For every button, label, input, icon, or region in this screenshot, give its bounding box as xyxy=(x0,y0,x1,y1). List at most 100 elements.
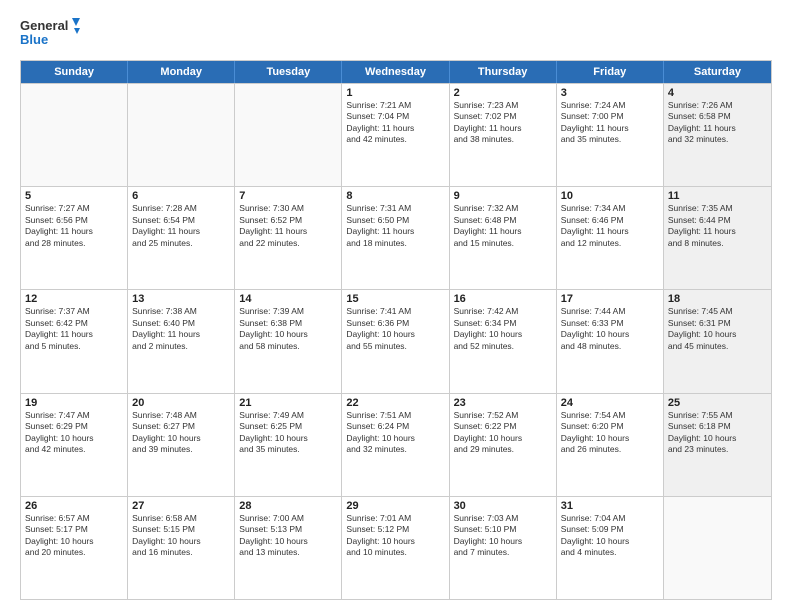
cal-cell-r2-c3: 15Sunrise: 7:41 AM Sunset: 6:36 PM Dayli… xyxy=(342,290,449,392)
cell-info: Sunrise: 7:23 AM Sunset: 7:02 PM Dayligh… xyxy=(454,100,552,146)
cell-info: Sunrise: 7:27 AM Sunset: 6:56 PM Dayligh… xyxy=(25,203,123,249)
day-number: 7 xyxy=(239,190,337,202)
cal-cell-r4-c4: 30Sunrise: 7:03 AM Sunset: 5:10 PM Dayli… xyxy=(450,497,557,599)
cell-info: Sunrise: 7:01 AM Sunset: 5:12 PM Dayligh… xyxy=(346,513,444,559)
cal-row-2: 12Sunrise: 7:37 AM Sunset: 6:42 PM Dayli… xyxy=(21,289,771,392)
cal-cell-r2-c2: 14Sunrise: 7:39 AM Sunset: 6:38 PM Dayli… xyxy=(235,290,342,392)
day-number: 30 xyxy=(454,500,552,512)
cal-cell-r3-c6: 25Sunrise: 7:55 AM Sunset: 6:18 PM Dayli… xyxy=(664,394,771,496)
day-number: 22 xyxy=(346,397,444,409)
cal-cell-r2-c0: 12Sunrise: 7:37 AM Sunset: 6:42 PM Dayli… xyxy=(21,290,128,392)
cal-cell-r4-c5: 31Sunrise: 7:04 AM Sunset: 5:09 PM Dayli… xyxy=(557,497,664,599)
cal-cell-r2-c5: 17Sunrise: 7:44 AM Sunset: 6:33 PM Dayli… xyxy=(557,290,664,392)
cell-info: Sunrise: 7:31 AM Sunset: 6:50 PM Dayligh… xyxy=(346,203,444,249)
cal-cell-r4-c1: 27Sunrise: 6:58 AM Sunset: 5:15 PM Dayli… xyxy=(128,497,235,599)
cell-info: Sunrise: 7:48 AM Sunset: 6:27 PM Dayligh… xyxy=(132,410,230,456)
day-number: 1 xyxy=(346,87,444,99)
cal-cell-r2-c4: 16Sunrise: 7:42 AM Sunset: 6:34 PM Dayli… xyxy=(450,290,557,392)
logo-svg: General Blue xyxy=(20,16,80,52)
page: General Blue Sunday Monday Tuesday Wedne… xyxy=(0,0,792,612)
cal-cell-r1-c3: 8Sunrise: 7:31 AM Sunset: 6:50 PM Daylig… xyxy=(342,187,449,289)
cell-info: Sunrise: 6:58 AM Sunset: 5:15 PM Dayligh… xyxy=(132,513,230,559)
day-number: 21 xyxy=(239,397,337,409)
day-number: 9 xyxy=(454,190,552,202)
cell-info: Sunrise: 7:47 AM Sunset: 6:29 PM Dayligh… xyxy=(25,410,123,456)
day-number: 29 xyxy=(346,500,444,512)
cal-cell-r2-c6: 18Sunrise: 7:45 AM Sunset: 6:31 PM Dayli… xyxy=(664,290,771,392)
day-number: 31 xyxy=(561,500,659,512)
day-number: 24 xyxy=(561,397,659,409)
cell-info: Sunrise: 7:04 AM Sunset: 5:09 PM Dayligh… xyxy=(561,513,659,559)
day-number: 6 xyxy=(132,190,230,202)
day-number: 25 xyxy=(668,397,767,409)
cal-cell-r2-c1: 13Sunrise: 7:38 AM Sunset: 6:40 PM Dayli… xyxy=(128,290,235,392)
cell-info: Sunrise: 7:38 AM Sunset: 6:40 PM Dayligh… xyxy=(132,306,230,352)
day-number: 10 xyxy=(561,190,659,202)
cell-info: Sunrise: 7:34 AM Sunset: 6:46 PM Dayligh… xyxy=(561,203,659,249)
day-number: 16 xyxy=(454,293,552,305)
day-number: 5 xyxy=(25,190,123,202)
cal-cell-r3-c4: 23Sunrise: 7:52 AM Sunset: 6:22 PM Dayli… xyxy=(450,394,557,496)
cal-cell-r0-c6: 4Sunrise: 7:26 AM Sunset: 6:58 PM Daylig… xyxy=(664,84,771,186)
cal-cell-r0-c1 xyxy=(128,84,235,186)
svg-text:Blue: Blue xyxy=(20,32,48,47)
cal-cell-r4-c2: 28Sunrise: 7:00 AM Sunset: 5:13 PM Dayli… xyxy=(235,497,342,599)
cal-cell-r3-c5: 24Sunrise: 7:54 AM Sunset: 6:20 PM Dayli… xyxy=(557,394,664,496)
day-number: 2 xyxy=(454,87,552,99)
cal-cell-r1-c1: 6Sunrise: 7:28 AM Sunset: 6:54 PM Daylig… xyxy=(128,187,235,289)
cal-row-4: 26Sunrise: 6:57 AM Sunset: 5:17 PM Dayli… xyxy=(21,496,771,599)
cell-info: Sunrise: 7:54 AM Sunset: 6:20 PM Dayligh… xyxy=(561,410,659,456)
day-number: 26 xyxy=(25,500,123,512)
cal-cell-r0-c2 xyxy=(235,84,342,186)
header-thursday: Thursday xyxy=(450,61,557,83)
calendar-header-row: Sunday Monday Tuesday Wednesday Thursday… xyxy=(21,61,771,83)
header-friday: Friday xyxy=(557,61,664,83)
cal-cell-r3-c3: 22Sunrise: 7:51 AM Sunset: 6:24 PM Dayli… xyxy=(342,394,449,496)
cal-row-3: 19Sunrise: 7:47 AM Sunset: 6:29 PM Dayli… xyxy=(21,393,771,496)
day-number: 19 xyxy=(25,397,123,409)
cell-info: Sunrise: 7:03 AM Sunset: 5:10 PM Dayligh… xyxy=(454,513,552,559)
cal-cell-r0-c4: 2Sunrise: 7:23 AM Sunset: 7:02 PM Daylig… xyxy=(450,84,557,186)
cal-cell-r3-c1: 20Sunrise: 7:48 AM Sunset: 6:27 PM Dayli… xyxy=(128,394,235,496)
day-number: 8 xyxy=(346,190,444,202)
day-number: 14 xyxy=(239,293,337,305)
day-number: 17 xyxy=(561,293,659,305)
day-number: 12 xyxy=(25,293,123,305)
cal-cell-r1-c4: 9Sunrise: 7:32 AM Sunset: 6:48 PM Daylig… xyxy=(450,187,557,289)
day-number: 18 xyxy=(668,293,767,305)
cell-info: Sunrise: 7:39 AM Sunset: 6:38 PM Dayligh… xyxy=(239,306,337,352)
day-number: 13 xyxy=(132,293,230,305)
day-number: 4 xyxy=(668,87,767,99)
cal-cell-r1-c2: 7Sunrise: 7:30 AM Sunset: 6:52 PM Daylig… xyxy=(235,187,342,289)
header-wednesday: Wednesday xyxy=(342,61,449,83)
cell-info: Sunrise: 7:26 AM Sunset: 6:58 PM Dayligh… xyxy=(668,100,767,146)
cal-cell-r4-c0: 26Sunrise: 6:57 AM Sunset: 5:17 PM Dayli… xyxy=(21,497,128,599)
cell-info: Sunrise: 7:55 AM Sunset: 6:18 PM Dayligh… xyxy=(668,410,767,456)
cal-cell-r3-c2: 21Sunrise: 7:49 AM Sunset: 6:25 PM Dayli… xyxy=(235,394,342,496)
cell-info: Sunrise: 7:42 AM Sunset: 6:34 PM Dayligh… xyxy=(454,306,552,352)
header-saturday: Saturday xyxy=(664,61,771,83)
calendar-body: 1Sunrise: 7:21 AM Sunset: 7:04 PM Daylig… xyxy=(21,83,771,599)
cell-info: Sunrise: 7:44 AM Sunset: 6:33 PM Dayligh… xyxy=(561,306,659,352)
calendar: Sunday Monday Tuesday Wednesday Thursday… xyxy=(20,60,772,600)
header-monday: Monday xyxy=(128,61,235,83)
day-number: 3 xyxy=(561,87,659,99)
cell-info: Sunrise: 7:30 AM Sunset: 6:52 PM Dayligh… xyxy=(239,203,337,249)
cell-info: Sunrise: 7:45 AM Sunset: 6:31 PM Dayligh… xyxy=(668,306,767,352)
logo: General Blue xyxy=(20,16,80,52)
day-number: 28 xyxy=(239,500,337,512)
cal-cell-r1-c0: 5Sunrise: 7:27 AM Sunset: 6:56 PM Daylig… xyxy=(21,187,128,289)
cell-info: Sunrise: 7:41 AM Sunset: 6:36 PM Dayligh… xyxy=(346,306,444,352)
cal-cell-r1-c6: 11Sunrise: 7:35 AM Sunset: 6:44 PM Dayli… xyxy=(664,187,771,289)
cal-cell-r1-c5: 10Sunrise: 7:34 AM Sunset: 6:46 PM Dayli… xyxy=(557,187,664,289)
cal-cell-r4-c6 xyxy=(664,497,771,599)
cal-cell-r0-c0 xyxy=(21,84,128,186)
header-sunday: Sunday xyxy=(21,61,128,83)
cell-info: Sunrise: 6:57 AM Sunset: 5:17 PM Dayligh… xyxy=(25,513,123,559)
cell-info: Sunrise: 7:52 AM Sunset: 6:22 PM Dayligh… xyxy=(454,410,552,456)
day-number: 11 xyxy=(668,190,767,202)
cal-row-1: 5Sunrise: 7:27 AM Sunset: 6:56 PM Daylig… xyxy=(21,186,771,289)
day-number: 27 xyxy=(132,500,230,512)
cal-cell-r4-c3: 29Sunrise: 7:01 AM Sunset: 5:12 PM Dayli… xyxy=(342,497,449,599)
cell-info: Sunrise: 7:24 AM Sunset: 7:00 PM Dayligh… xyxy=(561,100,659,146)
